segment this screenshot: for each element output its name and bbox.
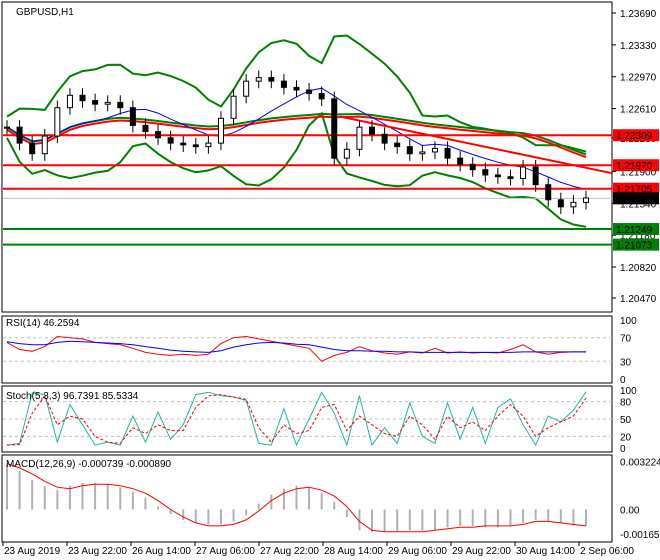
candle-body xyxy=(318,93,325,100)
candle-body xyxy=(494,174,501,178)
candle-body xyxy=(155,131,162,139)
indicator-tick-label: 80 xyxy=(620,398,632,409)
candle-body xyxy=(192,144,199,148)
rsi-label: RSI(14) 46.2594 xyxy=(6,318,80,329)
level-price-label: 1.21249 xyxy=(616,225,653,236)
indicator-tick-label: 50 xyxy=(620,415,632,426)
price-tick-label: 1.23330 xyxy=(620,41,657,52)
macd-label: MACD(12,26,9) -0.000739 -0.000890 xyxy=(6,459,172,470)
candle-body xyxy=(255,77,262,82)
level-price-label: 1.21073 xyxy=(616,241,653,252)
time-label: 27 Aug 06:00 xyxy=(196,546,255,557)
candle-body xyxy=(129,107,136,126)
candle-body xyxy=(444,147,451,159)
time-label: 28 Aug 14:00 xyxy=(324,546,383,557)
candle-body xyxy=(369,126,376,135)
time-label: 23 Aug 2019 xyxy=(4,546,61,557)
level-price-label: 1.21970 xyxy=(616,161,653,172)
candle-body xyxy=(117,101,124,109)
candle-body xyxy=(570,201,577,208)
candle-body xyxy=(306,89,313,95)
candle-body xyxy=(268,77,275,82)
candle-body xyxy=(419,151,426,155)
candle-body xyxy=(520,166,527,180)
time-label: 29 Aug 06:00 xyxy=(388,546,447,557)
candle-body xyxy=(104,101,111,105)
price-chart[interactable]: 1.236901.233301.229701.226101.222801.219… xyxy=(0,0,660,560)
price-tick-label: 1.20470 xyxy=(620,294,657,305)
indicator-tick-label: 30 xyxy=(620,357,632,368)
price-tick-label: 1.23690 xyxy=(620,9,657,20)
current-price-label: 1.21596 xyxy=(616,194,653,205)
candle-body xyxy=(243,80,250,97)
panel-frame xyxy=(1,315,613,384)
candle-body xyxy=(343,148,350,159)
candle-body xyxy=(293,86,300,91)
candle-body xyxy=(406,146,413,155)
candle-body xyxy=(29,142,36,155)
candle-body xyxy=(66,94,73,109)
candle-body xyxy=(142,124,149,133)
candle-body xyxy=(545,184,552,201)
symbol-title: GBPUSD,H1 xyxy=(16,7,74,18)
candle-body xyxy=(381,133,388,144)
candle-body xyxy=(457,157,464,165)
macd-tick-label: -0.001653 xyxy=(620,530,660,541)
indicator-tick-label: 100 xyxy=(620,386,637,397)
indicator-tick-label: 0 xyxy=(620,375,626,386)
indicator-tick-label: 20 xyxy=(620,432,632,443)
candle-body xyxy=(280,80,287,88)
time-label: 27 Aug 22:00 xyxy=(260,546,319,557)
candle-body xyxy=(41,135,48,155)
level-price-label: 1.22309 xyxy=(616,131,653,142)
macd-tick-label: 0.00 xyxy=(620,506,640,517)
candle-body xyxy=(167,137,174,144)
candle-body xyxy=(79,94,86,102)
candle-body xyxy=(583,197,589,203)
candle-body xyxy=(180,142,187,146)
stoch-label: Stoch(5,3,3) 96.7391 85.5334 xyxy=(6,391,139,402)
candle-body xyxy=(469,163,476,171)
candle-body xyxy=(356,126,363,150)
price-tick-label: 1.22970 xyxy=(620,73,657,84)
candle-body xyxy=(431,147,438,153)
candle-body xyxy=(230,95,237,119)
indicator-tick-label: 100 xyxy=(620,316,637,327)
time-label: 26 Aug 14:00 xyxy=(132,546,191,557)
price-tick-label: 1.22610 xyxy=(620,105,657,116)
candle-body xyxy=(4,126,10,129)
time-label: 23 Aug 22:00 xyxy=(68,546,127,557)
candle-body xyxy=(16,126,23,144)
candle-body xyxy=(331,98,338,159)
indicator-tick-label: 0 xyxy=(620,444,626,455)
macd-tick-label: 0.003224 xyxy=(620,458,660,469)
candle-body xyxy=(557,199,564,208)
candle-body xyxy=(532,166,539,186)
candle-body xyxy=(54,107,61,137)
indicator-tick-label: 70 xyxy=(620,334,632,345)
time-label: 29 Aug 22:00 xyxy=(452,546,511,557)
candle-body xyxy=(394,142,401,148)
panel-frame xyxy=(1,1,613,313)
candle-body xyxy=(92,100,99,105)
time-label: 2 Sep 06:00 xyxy=(580,546,634,557)
time-label: 30 Aug 14:00 xyxy=(516,546,575,557)
candle-body xyxy=(205,142,212,148)
candle-body xyxy=(482,169,489,176)
price-tick-label: 1.20820 xyxy=(620,263,657,274)
candle-body xyxy=(217,117,224,144)
candle-body xyxy=(507,176,514,180)
